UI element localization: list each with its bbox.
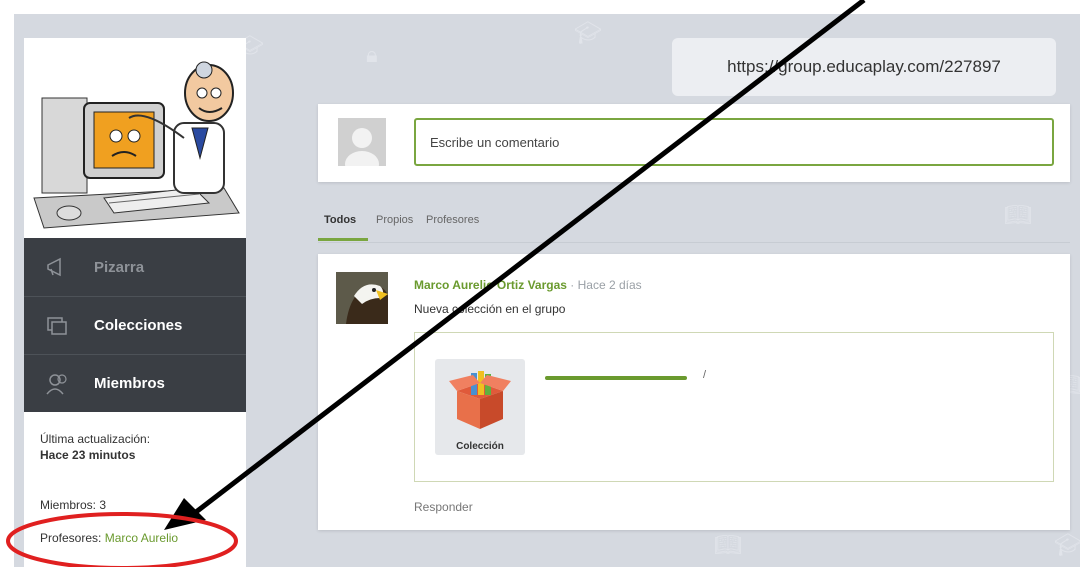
comment-placeholder: Escribe un comentario xyxy=(430,134,560,150)
collection-tile[interactable]: Colección xyxy=(435,359,525,455)
last-update: Última actualización: Hace 23 minutos xyxy=(40,432,150,462)
post-header: Marco Aurelio Ortiz Vargas · Hace 2 días xyxy=(414,278,642,292)
teachers-label: Profesores: xyxy=(40,531,102,545)
cap-decor-icon: 🎓︎ xyxy=(1054,532,1080,557)
active-tab-indicator xyxy=(318,238,368,241)
teachers-line: Profesores: Marco Aurelio xyxy=(40,531,178,545)
group-url-text: https://group.educaplay.com/227897 xyxy=(727,57,1001,76)
lock-decor-icon: 🔒︎ xyxy=(366,42,378,67)
post-message: Nueva colección en el grupo xyxy=(414,302,566,316)
cap-decor-icon: 🎓︎ xyxy=(574,20,602,45)
members-icon xyxy=(46,372,70,396)
group-url-box: https://group.educaplay.com/227897 xyxy=(672,38,1056,96)
reply-link[interactable]: Responder xyxy=(414,500,473,514)
nav-label-pizarra: Pizarra xyxy=(94,258,145,276)
group-cover-image xyxy=(24,38,246,238)
megaphone-icon xyxy=(46,255,70,279)
collection-progress-slash: / xyxy=(703,369,707,381)
nav-item-pizarra[interactable]: Pizarra xyxy=(24,238,246,296)
comment-input[interactable]: Escribe un comentario xyxy=(414,118,1054,166)
post-separator: · xyxy=(570,278,575,292)
tab-todos[interactable]: Todos xyxy=(324,214,356,226)
sidebar-nav: Pizarra Colecciones Miembros xyxy=(24,238,246,412)
collections-icon xyxy=(46,314,70,338)
members-count: Miembros: 3 xyxy=(40,498,107,512)
comment-card: Escribe un comentario xyxy=(318,104,1070,182)
collection-label: Colección xyxy=(456,441,504,452)
post-card: Marco Aurelio Ortiz Vargas · Hace 2 días… xyxy=(318,254,1070,530)
collection-progress-bar xyxy=(545,376,687,380)
last-update-value: Hace 23 minutos xyxy=(40,448,136,462)
nav-label-colecciones: Colecciones xyxy=(94,317,183,334)
collection-box-icon xyxy=(449,371,511,429)
nav-item-miembros[interactable]: Miembros xyxy=(24,354,246,412)
sidebar: Pizarra Colecciones Miembros Última actu… xyxy=(24,38,246,567)
nav-label-miembros: Miembros xyxy=(94,375,165,392)
teacher-link[interactable]: Marco Aurelio xyxy=(105,531,178,545)
author-avatar xyxy=(336,272,388,324)
feed-tabs: Todos Propios Profesores xyxy=(318,214,1070,243)
collection-attachment: Colección / xyxy=(414,332,1054,482)
last-update-label: Última actualización: xyxy=(40,432,151,446)
book-decor-icon: 📖︎ xyxy=(714,532,742,557)
tab-profesores[interactable]: Profesores xyxy=(426,214,479,226)
tab-propios[interactable]: Propios xyxy=(376,214,413,226)
post-author[interactable]: Marco Aurelio Ortiz Vargas xyxy=(414,278,567,292)
user-avatar xyxy=(338,118,386,166)
post-time: Hace 2 días xyxy=(577,278,642,292)
nav-item-colecciones[interactable]: Colecciones xyxy=(24,296,246,354)
